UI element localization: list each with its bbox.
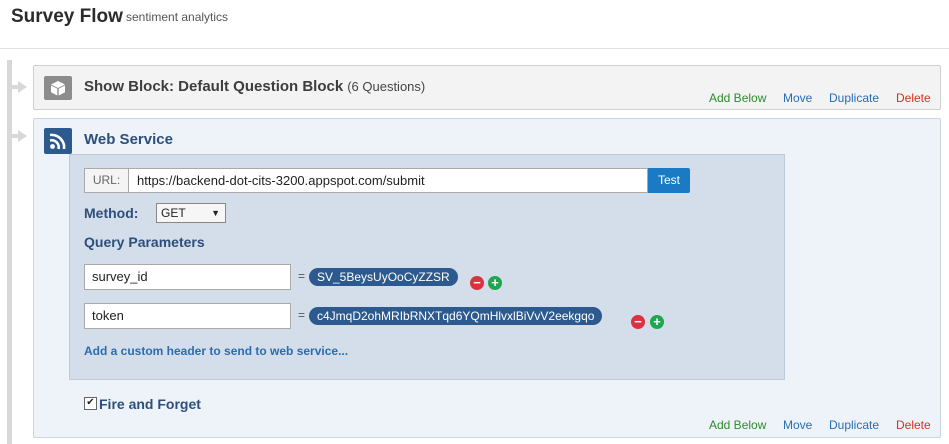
flow-line <box>7 60 12 444</box>
add-below-button[interactable]: Add Below <box>709 91 766 105</box>
remove-param-icon[interactable]: − <box>470 276 484 290</box>
equals-sign: = <box>298 308 306 322</box>
method-select-value: GET <box>161 206 186 220</box>
move-button[interactable]: Move <box>783 91 812 105</box>
delete-button[interactable]: Delete <box>896 418 931 432</box>
test-button[interactable]: Test <box>648 168 690 193</box>
flow-arrow-icon <box>18 130 27 142</box>
url-label: URL: <box>84 168 128 193</box>
show-block[interactable]: Show Block: Default Question Block (6 Que… <box>33 65 941 110</box>
duplicate-button[interactable]: Duplicate <box>829 91 879 105</box>
method-select[interactable]: GET ▼ <box>156 203 226 223</box>
move-button[interactable]: Move <box>783 418 812 432</box>
delete-button[interactable]: Delete <box>896 91 931 105</box>
duplicate-button[interactable]: Duplicate <box>829 418 879 432</box>
fire-and-forget[interactable]: ✔ Fire and Forget <box>84 396 201 412</box>
page-subtitle: sentiment analytics <box>126 10 229 24</box>
add-custom-header-link[interactable]: Add a custom header to send to web servi… <box>84 344 348 358</box>
method-label: Method: <box>84 205 139 221</box>
cube-icon <box>44 76 72 100</box>
web-service-panel: URL: https://backend-dot-cits-3200.appsp… <box>69 154 785 380</box>
fire-and-forget-label: Fire and Forget <box>99 396 201 412</box>
show-block-title: Show Block: Default Question Block (6 Que… <box>84 78 426 95</box>
chevron-down-icon: ▼ <box>211 208 220 218</box>
rss-icon <box>44 128 72 154</box>
url-input[interactable]: https://backend-dot-cits-3200.appspot.co… <box>128 168 648 193</box>
web-service-title: Web Service <box>84 131 173 148</box>
flow-arrow-icon <box>18 81 27 93</box>
question-count: (6 Questions) <box>347 79 426 94</box>
page-header: Survey Flow sentiment analytics <box>0 0 949 49</box>
add-below-button[interactable]: Add Below <box>709 418 766 432</box>
add-param-icon[interactable]: + <box>650 315 664 329</box>
web-service-block[interactable]: Web Service URL: https://backend-dot-cit… <box>33 118 941 438</box>
remove-param-icon[interactable]: − <box>631 315 645 329</box>
page-title: Survey Flow <box>11 6 123 27</box>
param-value-pill[interactable]: SV_5BeysUyOoCyZZSR <box>309 268 458 286</box>
equals-sign: = <box>298 269 306 283</box>
param-name-input[interactable]: survey_id <box>84 264 291 290</box>
query-parameters-heading: Query Parameters <box>84 234 205 250</box>
add-param-icon[interactable]: + <box>488 276 502 290</box>
param-value-pill[interactable]: c4JmqD2ohMRIbRNXTqd6YQmHlvxlBiVvV2eekgqo <box>309 307 603 325</box>
param-name-input[interactable]: token <box>84 303 291 329</box>
fire-and-forget-checkbox[interactable]: ✔ <box>84 396 97 410</box>
